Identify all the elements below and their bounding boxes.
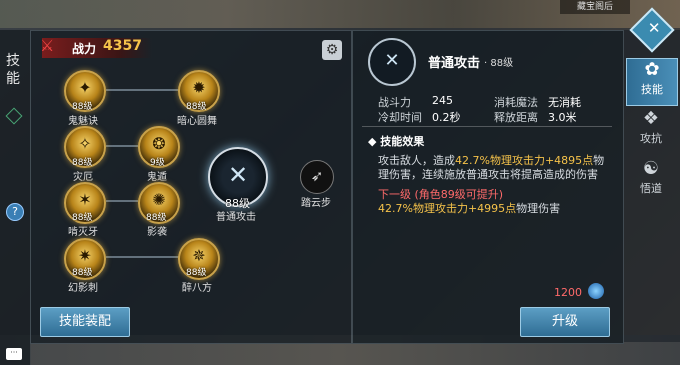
stat-cost-value: 无消耗 [548,96,581,109]
effect-title: ◆ 技能效果 [368,135,425,148]
tab-enlighten[interactable]: ☯ 悟道 [626,158,676,204]
equip-skills-button[interactable]: 技能装配 [40,307,130,337]
skill-level: 88级 [72,158,93,168]
skill-level: 9级 [150,158,165,168]
claw-icon: ✕ [227,161,249,189]
effect-description: 攻击敌人，造成42.7%物理攻击力+4895点物理伤害，连续施放普通攻击将提高造… [378,154,613,182]
skill-name: 啃灭牙 [68,227,98,238]
dash-icon: ➶ [310,167,324,185]
skill-level: 88级 [72,268,93,278]
coin-icon [588,283,604,299]
skill-tab-icon: ✿ [644,59,660,80]
skill-glyph-icon: ✹ [192,78,206,97]
skill-name: 鬼魅诀 [68,116,98,127]
dash-skill[interactable]: ➶ [300,160,334,194]
center-skill-name: 普通攻击 [216,212,256,223]
next-tail: 物理伤害 [516,202,561,215]
skill-name: 鬼遁 [147,172,167,183]
stat-range-label: 释放距离 [494,111,538,124]
stat-cooldown-label: 冷却时间 [378,111,422,124]
stat-power-label: 战斗力 [378,96,411,109]
stat-cooldown-value: 0.2秒 [432,111,461,124]
skill-link [106,256,180,258]
chat-icon[interactable]: ··· [6,348,22,360]
skill-level: 88级 [72,102,93,112]
tab-skills[interactable]: ✿ 技能 [626,58,678,106]
next-highlight: 42.7%物理攻击力+4995点 [378,202,517,215]
detail-skill-level: · 88级 [484,58,514,69]
skill-glyph-icon: ❂ [152,134,166,153]
power-label: 战力 [72,42,97,56]
enlighten-tab-icon: ☯ [642,158,660,179]
upgrade-cost: 1200 [554,286,582,299]
tab-label: 技能 [641,83,663,96]
stat-cost-label: 消耗魔法 [494,96,538,109]
skill-level: 88级 [146,213,167,223]
resist-tab-icon: ❖ [642,108,660,129]
skill-level: 88级 [186,268,207,278]
skill-glyph-icon: ✺ [152,190,166,209]
desc-part-a: 攻击敌人，造成 [378,154,455,167]
skill-link [106,145,138,147]
skill-name: 灾厄 [73,172,93,183]
power-value: 4357 [103,38,142,54]
help-icon[interactable]: ? [6,203,24,221]
skill-glyph-icon: ✧ [78,134,92,153]
tab-label: 悟道 [640,182,662,195]
side-skill-name: 踏云步 [301,198,331,209]
skill-glyph-icon: ✦ [78,78,92,97]
skill-level: 88级 [186,102,207,112]
skill-glyph-icon: ✶ [78,190,92,209]
desc-highlight: 42.7%物理攻击力+4895点 [455,154,594,167]
skill-level: 88级 [72,213,93,223]
effect-title-text: 技能效果 [380,135,425,148]
sword-icon: ⚔ [40,36,55,55]
claw-icon: ✕ [384,50,400,71]
detail-skill-name: 普通攻击 [428,56,481,71]
skill-name: 醉八方 [182,283,212,294]
next-level-effect: 42.7%物理攻击力+4995点物理伤害 [378,200,560,216]
skill-link [106,89,180,91]
skill-glyph-icon: ✷ [78,246,92,265]
top-right-label[interactable]: 藏宝阁后 [560,0,630,14]
detail-skill-icon: ✕ [368,38,416,86]
stat-power-value: 245 [432,94,453,107]
upgrade-button[interactable]: 升级 [520,307,610,337]
divider [362,126,612,127]
close-icon: ✕ [647,18,661,37]
skill-name: 影袭 [147,227,167,238]
skill-name: 暗心圆舞 [177,116,217,127]
gear-icon[interactable]: ⚙ [322,40,342,60]
stat-range-value: 3.0米 [548,111,577,124]
skill-glyph-icon: ✵ [192,246,206,265]
tab-resist[interactable]: ❖ 攻抗 [626,108,676,154]
skill-name: 幻影刺 [68,283,98,294]
left-title: 技能 [6,53,20,87]
skill-link [106,200,138,202]
tab-label: 攻抗 [640,132,662,145]
